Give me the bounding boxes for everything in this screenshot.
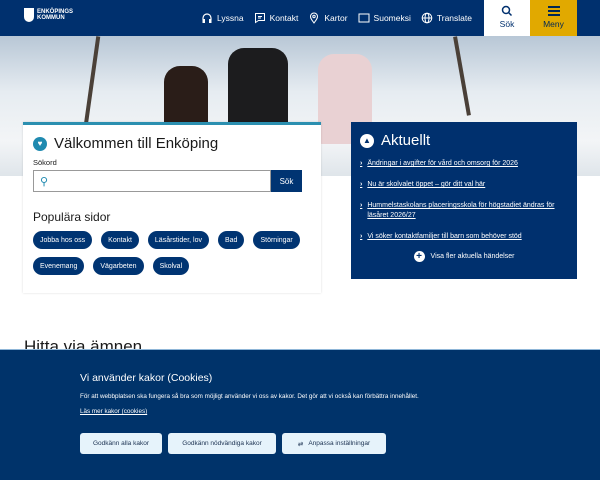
bell-icon: ▲ — [360, 133, 374, 148]
hamburger-icon — [547, 6, 560, 16]
news-card: ▲ Aktuellt › Ändringar i avgifter för vård… — [351, 122, 577, 279]
welcome-title: Välkommen till Enköping — [54, 135, 219, 152]
tag-link[interactable]: Jobba hos oss — [33, 231, 93, 249]
nav-suomeksi[interactable]: Suomeksi — [358, 12, 411, 24]
news-title: Aktuellt — [381, 132, 431, 149]
news-link[interactable]: › Hummelstaskolans placeringsskola för hö… — [360, 201, 568, 221]
coat-of-arms-icon — [24, 8, 34, 22]
search-toggle-button[interactable]: Sök — [484, 0, 530, 36]
cookie-read-more-link[interactable]: Läs mer kakor (cookies) — [80, 408, 147, 415]
sliders-icon: ⇄ — [297, 440, 304, 448]
news-link-text: Hummelstaskolans placeringsskola för hög… — [367, 202, 555, 219]
news-link-text: Ändringar i avgifter för vård och omsorg… — [367, 160, 518, 167]
popular-tags: Jobba hos oss Kontakt Läsårstider, lov B… — [33, 231, 313, 275]
search-submit-button[interactable]: Sök — [271, 170, 302, 192]
news-link[interactable]: › Nu är skolvalet öppet – gör ditt val hä… — [360, 180, 568, 190]
accept-necessary-button[interactable]: Godkänn nödvändiga kakor — [168, 433, 276, 454]
tag-link[interactable]: Läsårstider, lov — [147, 231, 209, 249]
news-link-text: Nu är skolvalet öppet – gör ditt val här — [367, 181, 486, 188]
logo-text-2: KOMMUN — [37, 15, 65, 21]
cookie-title: Vi använder kakor (Cookies) — [80, 372, 213, 384]
welcome-card: ♥ Välkommen till Enköping Sökord ⚲ Sök Po… — [23, 122, 321, 293]
tag-link[interactable]: Vägarbeten — [93, 257, 144, 275]
cookie-text: För att webbplatsen ska fungera så bra s… — [80, 393, 419, 400]
site-header: ENKÖPINGS KOMMUN Lyssna Kontakt Kartor Su… — [0, 0, 600, 36]
more-news-link[interactable]: + Visa fler aktuella händelser — [360, 251, 568, 262]
news-link[interactable]: › Ändringar i avgifter för vård och omsor… — [360, 159, 568, 169]
nav-label: Kartor — [324, 13, 348, 23]
more-news-label: Visa fler aktuella händelser — [430, 253, 515, 260]
map-pin-icon — [310, 12, 319, 24]
tag-link[interactable]: Evenemang — [33, 257, 85, 275]
customize-label: Anpassa inställningar — [308, 440, 371, 447]
search-label: Sökord — [33, 158, 57, 167]
chevron-right-icon: › — [360, 233, 363, 240]
nav-label: Lyssna — [216, 13, 244, 23]
book-icon — [358, 13, 370, 23]
nav-lyssna[interactable]: Lyssna — [201, 12, 244, 24]
cookie-banner: Vi använder kakor (Cookies) För att webb… — [0, 349, 600, 480]
nav-kontakt[interactable]: Kontakt — [254, 12, 299, 24]
news-link-text: Vi söker kontaktfamiljer till barn som b… — [367, 233, 522, 240]
top-nav: Lyssna Kontakt Kartor Suomeksi Translate — [201, 0, 472, 36]
popular-title: Populära sidor — [33, 210, 111, 224]
plus-icon: + — [413, 251, 425, 262]
headphones-icon — [202, 13, 212, 23]
nav-label: Kontakt — [269, 13, 299, 23]
nav-label: Translate — [436, 13, 472, 23]
chevron-right-icon: › — [360, 202, 363, 209]
customize-button[interactable]: ⇄ Anpassa inställningar — [282, 433, 386, 454]
menu-label: Meny — [543, 19, 564, 29]
logo[interactable]: ENKÖPINGS KOMMUN — [24, 8, 73, 22]
globe-icon — [421, 12, 433, 24]
accept-all-button[interactable]: Godkänn alla kakor — [80, 433, 162, 454]
search-icon — [501, 5, 513, 17]
search-input[interactable]: ⚲ — [33, 170, 271, 192]
chevron-right-icon: › — [360, 160, 363, 167]
nav-label: Suomeksi — [373, 13, 411, 23]
tag-link[interactable]: Skolval — [152, 257, 190, 275]
tag-link[interactable]: Störningar — [253, 231, 300, 249]
tag-link[interactable]: Kontakt — [101, 231, 139, 249]
news-link[interactable]: › Vi söker kontaktfamiljer till barn som … — [360, 232, 568, 242]
nav-translate[interactable]: Translate — [421, 12, 472, 24]
chevron-right-icon: › — [360, 181, 363, 188]
tag-link[interactable]: Bad — [218, 231, 245, 249]
heart-icon: ♥ — [33, 136, 47, 151]
chat-icon — [254, 13, 265, 24]
search-toggle-label: Sök — [499, 19, 515, 29]
nav-kartor[interactable]: Kartor — [308, 12, 348, 24]
menu-button[interactable]: Meny — [530, 0, 577, 36]
search-icon: ⚲ — [40, 175, 49, 188]
